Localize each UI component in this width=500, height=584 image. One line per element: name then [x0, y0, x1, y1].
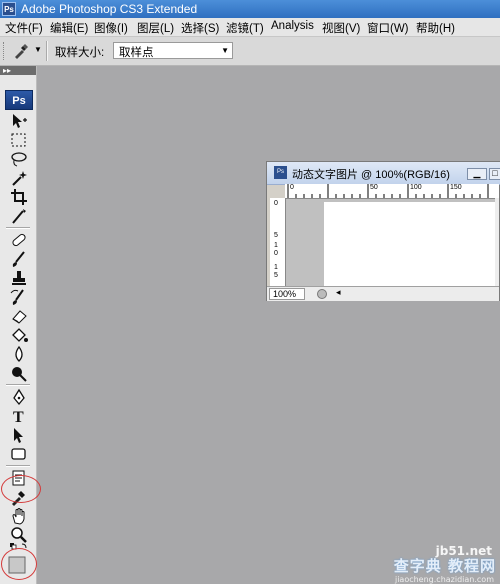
watermark-name: 查字典 教程网 — [393, 557, 496, 575]
ruler-v-label: 5 — [274, 232, 278, 239]
marquee-tool-icon[interactable] — [9, 131, 29, 149]
pen-tool-icon[interactable] — [9, 388, 29, 406]
window-title: Adobe Photoshop CS3 Extended — [21, 2, 198, 16]
blur-tool-icon[interactable] — [9, 345, 29, 363]
history-brush-tool-icon[interactable] — [9, 288, 29, 306]
options-bar: ▼ 取样大小: 取样点 ▼ — [0, 37, 500, 66]
document-status-bar: 100% ◂ — [267, 286, 499, 301]
ruler-v-label: 0 — [274, 200, 278, 207]
menu-help[interactable]: 帮助(H) — [416, 20, 455, 36]
document-title: 动态文字图片 @ 100%(RGB/16) — [292, 169, 450, 181]
ruler-v-label: 0 — [274, 250, 278, 257]
toolbox-header[interactable]: ▸▸ — [0, 66, 36, 75]
type-tool-icon[interactable]: T — [9, 407, 29, 425]
options-bar-grip[interactable] — [3, 42, 7, 60]
menu-filter[interactable]: 滤镜(T) — [226, 20, 264, 36]
options-separator — [46, 41, 48, 61]
scroll-left-arrow-icon[interactable]: ◂ — [336, 287, 341, 298]
sample-size-select[interactable]: 取样点 ▼ — [113, 42, 233, 59]
ruler-h-label: 0 — [290, 184, 294, 191]
path-selection-tool-icon[interactable] — [9, 426, 29, 444]
minimize-button[interactable]: ▁ — [467, 168, 487, 180]
chevron-down-icon: ▼ — [221, 46, 229, 55]
hand-tool-icon[interactable] — [9, 507, 29, 525]
menu-layer[interactable]: 图层(L) — [137, 20, 174, 36]
title-bar: Ps Adobe Photoshop CS3 Extended — [0, 0, 500, 18]
document-window[interactable]: Ps 动态文字图片 @ 100%(RGB/16) ▁ □ 0 50 100 15… — [266, 161, 500, 301]
document-title-bar[interactable]: Ps 动态文字图片 @ 100%(RGB/16) ▁ □ — [267, 162, 500, 185]
eraser-tool-icon[interactable] — [9, 307, 29, 325]
eyedropper-preset-icon[interactable] — [12, 42, 30, 60]
magic-wand-tool-icon[interactable] — [9, 169, 29, 187]
paint-bucket-tool-icon[interactable] — [9, 326, 29, 344]
toolbox-logo[interactable]: Ps — [5, 90, 33, 110]
vertical-ruler: 0 5 1 0 1 5 — [270, 198, 286, 286]
menu-image[interactable]: 图像(I) — [94, 20, 128, 36]
menu-file[interactable]: 文件(F) — [5, 20, 43, 36]
document-ps-icon: Ps — [274, 166, 287, 179]
photoshop-logo-icon: Ps — [2, 2, 16, 16]
menu-analysis[interactable]: Analysis — [271, 20, 314, 32]
status-info-icon[interactable] — [317, 289, 327, 299]
healing-brush-tool-icon[interactable] — [9, 231, 29, 249]
clone-stamp-tool-icon[interactable] — [9, 269, 29, 287]
ruler-v-label: 1 — [274, 264, 278, 271]
ruler-v-label: 5 — [274, 272, 278, 279]
menu-bar: 文件(F) 编辑(E) 图像(I) 图层(L) 选择(S) 滤镜(T) Anal… — [0, 18, 500, 37]
menu-select[interactable]: 选择(S) — [181, 20, 219, 36]
color-swatch-highlight-circle — [1, 548, 37, 580]
brush-tool-icon[interactable] — [9, 250, 29, 268]
toolbox: ▸▸ Ps T — [0, 66, 41, 584]
sample-size-value: 取样点 — [119, 47, 154, 59]
ruler-h-label: 100 — [410, 184, 422, 191]
crop-tool-icon[interactable] — [9, 188, 29, 206]
ruler-h-label: 50 — [370, 184, 378, 191]
tool-preset-dropdown-icon[interactable]: ▼ — [34, 45, 42, 54]
slice-tool-icon[interactable] — [9, 207, 29, 225]
menu-window[interactable]: 窗口(W) — [367, 20, 409, 36]
menu-view[interactable]: 视图(V) — [322, 20, 360, 36]
toolbox-separator — [6, 227, 30, 229]
move-tool-icon[interactable] — [9, 112, 29, 130]
dodge-tool-icon[interactable] — [9, 364, 29, 382]
document-canvas[interactable] — [324, 202, 495, 286]
watermark: jb51.net 查字典 教程网 jiaocheng.chazidian.com — [360, 514, 500, 584]
zoom-level-field[interactable]: 100% — [269, 288, 305, 300]
svg-text:T: T — [13, 409, 24, 425]
maximize-button[interactable]: □ — [489, 168, 500, 180]
horizontal-ruler: 0 50 100 150 — [285, 184, 499, 199]
lasso-tool-icon[interactable] — [9, 150, 29, 168]
watermark-sub: jiaocheng.chazidian.com — [394, 575, 494, 584]
toolbox-separator — [6, 384, 30, 386]
ruler-v-label: 1 — [274, 242, 278, 249]
rectangle-shape-tool-icon[interactable] — [9, 445, 29, 463]
menu-edit[interactable]: 编辑(E) — [50, 20, 88, 36]
vertical-scrollbar[interactable] — [495, 198, 499, 286]
eyedropper-highlight-circle — [1, 475, 41, 503]
ruler-h-label: 150 — [450, 184, 462, 191]
sample-size-label: 取样大小: — [55, 47, 105, 59]
toolbox-separator — [6, 465, 30, 467]
